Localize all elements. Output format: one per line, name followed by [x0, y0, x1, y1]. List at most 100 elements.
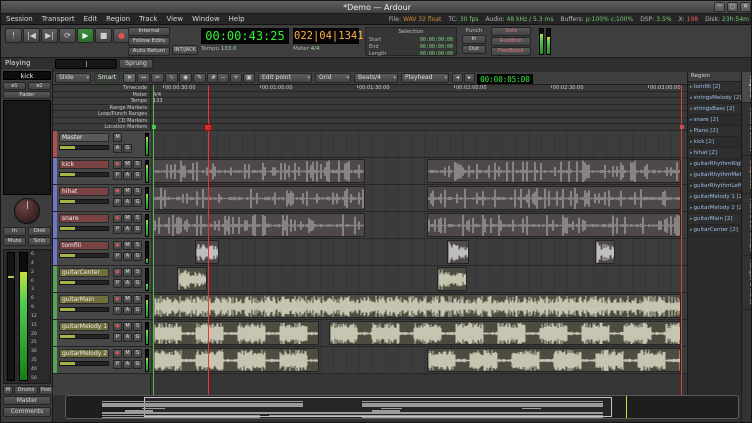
track-g-button[interactable]: G — [133, 171, 142, 180]
track-name[interactable]: tomfili — [59, 241, 109, 250]
menu-session[interactable]: Session — [6, 15, 33, 23]
region-list-item[interactable]: ▸Piano [2] — [688, 126, 741, 137]
audio-region[interactable] — [595, 240, 615, 264]
track-lane-guitarmelody-2[interactable] — [151, 347, 687, 374]
shuttle-mode-button[interactable]: Sprung — [119, 59, 153, 69]
group-m-button[interactable]: M — [3, 386, 13, 395]
ruler-tempo[interactable]: 133 — [151, 98, 687, 105]
track-name[interactable]: guitarMelody 2 — [59, 349, 109, 358]
track-a-button[interactable]: A — [123, 171, 132, 180]
menu-edit[interactable]: Edit — [84, 15, 98, 23]
close-button[interactable]: ✕ — [740, 2, 751, 12]
track-g-button[interactable]: G — [133, 225, 142, 234]
record-enable-button[interactable]: ● — [113, 322, 122, 331]
track-m-button[interactable]: M — [123, 160, 132, 169]
track-gain-slider[interactable] — [59, 172, 109, 177]
audio-region[interactable] — [177, 267, 207, 291]
audio-region[interactable] — [329, 321, 681, 345]
track-p-button[interactable]: P — [113, 198, 122, 207]
sidebar-tab-tracks-busses[interactable]: Tracks & Busses — [742, 103, 752, 156]
track-lane-tomfili[interactable] — [151, 239, 687, 266]
menu-region[interactable]: Region — [106, 15, 130, 23]
track-a-button[interactable]: A — [123, 360, 132, 369]
track-lane-guitarmelody-1[interactable] — [151, 320, 687, 347]
track-s-button[interactable]: S — [133, 241, 142, 250]
expand-icon[interactable]: ▸ — [690, 117, 693, 123]
track-header-tomfili[interactable]: tomfili●MSPAG — [53, 239, 151, 266]
track-a-button[interactable]: A — [123, 333, 132, 342]
menu-track[interactable]: Track — [139, 15, 157, 23]
phase-1-button[interactable]: ø1 — [3, 82, 26, 90]
track-header-hihat[interactable]: hihat●MSPAG — [53, 185, 151, 212]
track-g-button[interactable]: G — [133, 198, 142, 207]
region-list-item[interactable]: ▸guitarMain [2] — [688, 214, 741, 225]
audio-region[interactable] — [437, 267, 467, 291]
playhead-marker[interactable] — [204, 124, 212, 131]
track-p-button[interactable]: P — [113, 252, 122, 261]
ruler-range-markers[interactable] — [151, 105, 687, 112]
menu-view[interactable]: View — [166, 15, 183, 23]
audio-region[interactable] — [153, 348, 319, 372]
audio-region[interactable] — [153, 321, 319, 345]
ruler-label-loop-punch-ranges[interactable]: Loop/Punch Ranges — [53, 111, 150, 118]
expand-icon[interactable]: ▸ — [690, 161, 693, 167]
track-s-button[interactable]: S — [133, 349, 142, 358]
audio-region[interactable] — [153, 294, 681, 318]
track-gain-slider[interactable] — [59, 307, 109, 312]
audio-region[interactable] — [195, 240, 219, 264]
shuttle-control[interactable] — [55, 59, 117, 69]
audio-region[interactable] — [153, 186, 365, 210]
nudge-forward-button[interactable]: ▸ — [464, 73, 475, 83]
track-m-button[interactable]: M — [123, 187, 132, 196]
gain-mode-combo[interactable]: Fader — [3, 91, 51, 99]
track-name[interactable]: hihat — [59, 187, 109, 196]
ruler-canvas[interactable]: 00:00:30:0000:01:00:0000:01:30:0000:02:0… — [151, 85, 687, 131]
menu-help[interactable]: Help — [229, 15, 245, 23]
expand-icon[interactable]: ▸ — [690, 150, 693, 156]
ruler-labels[interactable]: TimecodeMeterTempoRange MarkersLoop/Punc… — [53, 85, 151, 131]
edit-mode-combo[interactable]: Slide — [55, 73, 91, 83]
expand-icon[interactable]: ▸ — [690, 194, 693, 200]
selection-start-value[interactable]: 00:00:00:00 — [420, 37, 453, 43]
track-g-button[interactable]: G — [123, 144, 132, 153]
feedback-button[interactable]: Feedback — [491, 47, 531, 56]
gain-fader[interactable] — [7, 252, 15, 381]
track-p-button[interactable]: P — [113, 225, 122, 234]
record-enable-button[interactable]: ● — [113, 241, 122, 250]
expand-icon[interactable]: ▸ — [690, 183, 693, 189]
region-list-item[interactable]: ▸stringsMelody [2] — [688, 93, 741, 104]
region-list-item[interactable]: ▸stringsBass [2] — [688, 104, 741, 115]
track-gain-slider[interactable] — [59, 253, 109, 258]
expand-icon[interactable]: ▸ — [690, 84, 693, 90]
track-gain-slider[interactable] — [59, 361, 109, 366]
tool-timefx[interactable]: ∿ — [165, 73, 178, 83]
goto-start-button[interactable]: |◀ — [23, 28, 40, 43]
goto-end-button[interactable]: ▶| — [41, 28, 58, 43]
track-name[interactable]: snare — [59, 214, 109, 223]
region-list-item[interactable]: ▸hihat [2] — [688, 148, 741, 159]
expand-icon[interactable]: ▸ — [690, 216, 693, 222]
track-name[interactable]: Master — [59, 133, 109, 142]
region-list-item[interactable]: ▸guitarRhythmLeft [2] — [688, 181, 741, 192]
track-m-button[interactable]: M — [123, 214, 132, 223]
record-enable-button[interactable]: ● — [113, 160, 122, 169]
ruler-timecode[interactable]: 00:00:30:0000:01:00:0000:01:30:0000:02:0… — [151, 85, 687, 92]
group-drums-button[interactable]: Drums — [14, 386, 38, 395]
tool-draw[interactable]: ✎ — [193, 73, 206, 83]
region-list-item[interactable]: ▸kick [2] — [688, 137, 741, 148]
processor-box[interactable] — [3, 100, 51, 195]
secondary-clock[interactable]: 022|04|1341 — [293, 28, 359, 44]
record-enable-button[interactable]: ● — [113, 214, 122, 223]
track-name[interactable]: guitarCenter — [59, 268, 109, 277]
meter-display[interactable]: Meter 4/4 — [293, 46, 320, 52]
record-enable-button[interactable]: ● — [113, 268, 122, 277]
ruler-label-cd-markers[interactable]: CD Markers — [53, 118, 150, 125]
audio-region[interactable] — [153, 213, 365, 237]
midi-panic-button[interactable]: ! — [5, 28, 22, 43]
expand-icon[interactable]: ▸ — [690, 139, 693, 145]
track-lane-guitarcenter[interactable] — [151, 266, 687, 293]
region-list-item[interactable]: ▸tomfili [2] — [688, 82, 741, 93]
sidebar-tab-regions[interactable]: Regions — [742, 72, 752, 103]
audio-region[interactable] — [427, 186, 681, 210]
track-header-kick[interactable]: kick●MSPAG — [53, 158, 151, 185]
